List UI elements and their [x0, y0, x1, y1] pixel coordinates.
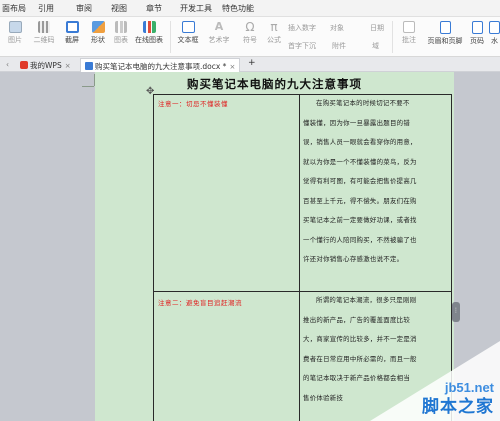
table-cell-body[interactable]: 在购买笔记本的时候切记不要不 懂装懂，因为你一旦暴露出题目的错 误，销售人员一眼…: [303, 94, 417, 270]
site-watermark: jb51.net 脚本之家: [370, 341, 500, 421]
tab-scroll-left[interactable]: ‹: [2, 58, 13, 72]
insert-number-button[interactable]: 插入数字: [288, 23, 316, 33]
watermark-icon: [489, 21, 500, 34]
formula-button[interactable]: π 公式: [264, 21, 284, 45]
field-button[interactable]: 域: [372, 41, 379, 51]
drag-handle-icon: ⋮: [453, 307, 459, 314]
comment-button[interactable]: 批注: [398, 21, 420, 45]
tab-document[interactable]: 购买笔记本电脑的九大注意事项.docx * ×: [80, 58, 241, 72]
screenshot-icon: [65, 21, 79, 33]
pi-icon: π: [270, 20, 278, 34]
screenshot-button[interactable]: 截屏: [60, 21, 84, 45]
qrcode-button[interactable]: 二维码: [32, 21, 56, 45]
ribbon-separator: [170, 21, 171, 53]
table-cell-heading[interactable]: 注意二：避免盲目追赶潮流: [158, 297, 242, 307]
shape-icon: [91, 21, 105, 33]
menu-dev-tools[interactable]: 开发工具: [180, 3, 212, 14]
canvas-left-margin: [0, 72, 95, 421]
comment-icon: [403, 21, 415, 33]
table-border: [153, 94, 154, 421]
attachment-button[interactable]: 附件: [332, 41, 346, 51]
close-icon[interactable]: ×: [65, 62, 71, 70]
menu-view[interactable]: 视图: [111, 3, 127, 14]
textbox-button[interactable]: 文本框: [174, 21, 202, 45]
menu-references[interactable]: 引用: [38, 3, 54, 14]
omega-icon: Ω: [245, 20, 255, 34]
watermark-site-name: 脚本之家: [422, 397, 494, 417]
ribbon-toolbar: 图片 二维码 截屏 形状 图表 在线图表 文本框 A 艺术字 Ω 符号 π 公式…: [0, 17, 500, 57]
page-number-icon: [471, 21, 483, 34]
scrollbar-handle[interactable]: ⋮: [452, 302, 460, 322]
object-button[interactable]: 对象: [330, 23, 344, 33]
word-doc-icon: [85, 62, 93, 70]
menu-review[interactable]: 审阅: [76, 3, 92, 14]
online-chart-icon: [142, 21, 156, 33]
textbox-icon: [181, 21, 195, 33]
wordart-icon: A: [214, 20, 224, 33]
header-footer-button[interactable]: 页眉和页脚: [426, 21, 464, 46]
table-cell-heading[interactable]: 注意一：切忌不懂装懂: [158, 98, 228, 108]
online-chart-button[interactable]: 在线图表: [133, 21, 165, 45]
qrcode-icon: [38, 21, 50, 33]
drop-cap-button[interactable]: 首字下沉: [288, 41, 316, 51]
menu-bar: 面布局 引用 审阅 视图 章节 开发工具 特色功能: [0, 0, 500, 17]
menu-page-layout[interactable]: 面布局: [2, 3, 26, 14]
shape-button[interactable]: 形状: [86, 21, 110, 45]
menu-section[interactable]: 章节: [146, 3, 162, 14]
margin-marker: [82, 86, 94, 87]
close-icon[interactable]: ×: [229, 63, 235, 71]
wordart-button[interactable]: A 艺术字: [205, 21, 233, 45]
document-tab-bar: ‹ 我的WPS × 购买笔记本电脑的九大注意事项.docx * × +: [0, 57, 500, 72]
chart-icon: [115, 21, 127, 33]
picture-icon: [8, 21, 22, 33]
ribbon-separator: [392, 21, 393, 53]
symbol-button[interactable]: Ω 符号: [240, 21, 260, 45]
picture-button[interactable]: 图片: [4, 21, 26, 45]
new-tab-button[interactable]: +: [244, 58, 260, 72]
table-border: [299, 94, 300, 421]
wps-logo-icon: [20, 61, 28, 69]
header-footer-icon: [439, 21, 451, 34]
page-number-button[interactable]: 页码: [467, 21, 487, 46]
watermark-button[interactable]: 水: [489, 21, 500, 46]
menu-special[interactable]: 特色功能: [222, 3, 254, 14]
tab-my-wps[interactable]: 我的WPS ×: [16, 58, 75, 72]
chart-button[interactable]: 图表: [111, 21, 131, 45]
date-button[interactable]: 日期: [370, 23, 384, 33]
